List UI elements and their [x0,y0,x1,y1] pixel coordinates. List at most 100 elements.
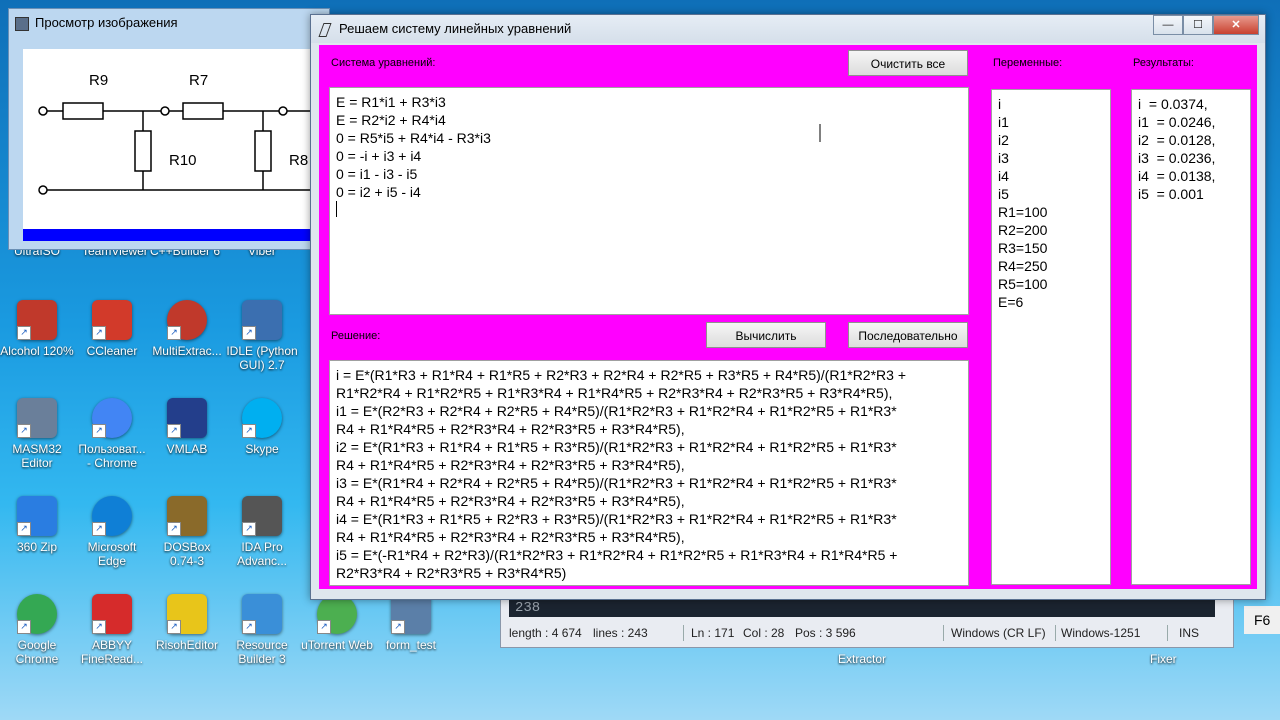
status-length: length : 4 674 [509,626,582,640]
desktop-icon-risoheditor[interactable]: ↗ RisohEditor [150,594,224,652]
variable-item: R5=100 [998,276,1048,292]
equation-line: 0 = -i + i3 + i4 [336,148,422,164]
solution-label: Решение: [331,330,381,342]
solution-line: R4 + R1*R4*R5 + R2*R3*R4 + R2*R3*R5 + R3… [336,529,685,545]
variable-item: i5 [998,186,1009,202]
solution-line: i5 = E*(-R1*R4 + R2*R3)/(R1*R2*R3 + R1*R… [336,547,898,563]
clear-all-button[interactable]: Очистить все [848,50,968,76]
solution-line: R4 + R1*R4*R5 + R2*R3*R4 + R2*R3*R5 + R3… [336,457,685,473]
f6-key-label: F6 [1244,606,1280,634]
desktop-icon-vmlab[interactable]: ↗ VMLAB [150,398,224,456]
sequential-button[interactable]: Последовательно [848,322,968,348]
desktop-icon-edge[interactable]: ↗ Microsoft Edge [75,496,149,568]
mouse-ibeam-cursor [819,124,821,142]
variable-item: i4 [998,168,1009,184]
solution-line: R2*R3*R4 + R2*R3*R5 + R3*R4*R5) [336,565,567,581]
variable-item: R2=200 [998,222,1048,238]
desktop-icon-form-test[interactable]: ↗ form_test [374,594,448,652]
editor-statusbar: length : 4 674 lines : 243 Ln : 171 Col … [501,621,1233,645]
image-viewer-window[interactable]: Просмотр изображения R9 R7 R10 R8 [8,8,330,250]
desktop-icon-abbyy[interactable]: ↗ ABBYY FineRead... [75,594,149,666]
abbyy-icon: ↗ [92,594,132,634]
variable-item: i3 [998,150,1009,166]
result-item: i3 = 0.0236, [1138,150,1216,166]
image-viewer-titlebar[interactable]: Просмотр изображения [9,9,329,37]
status-lines: lines : 243 [593,626,648,640]
form-test-icon: ↗ [391,594,431,634]
solution-textarea[interactable]: i = E*(R1*R3 + R1*R4 + R1*R5 + R2*R3 + R… [329,360,969,586]
desktop-icon-resource-builder[interactable]: ↗ Resource Builder 3 [225,594,299,666]
status-eol: Windows (CR LF) [951,626,1046,640]
equations-label: Система уравнений: [331,57,436,69]
close-button[interactable]: ✕ [1213,15,1259,35]
solution-line: R1*R2*R4 + R1*R2*R5 + R1*R3*R4 + R1*R4*R… [336,385,893,401]
results-label: Результаты: [1133,57,1194,69]
solution-line: R4 + R1*R4*R5 + R2*R3*R4 + R2*R3*R5 + R3… [336,493,685,509]
desktop-icon-idle[interactable]: ↗ IDLE (Python GUI) 2.7 [225,300,299,372]
result-item: i5 = 0.001 [1138,186,1204,202]
status-encoding: Windows-1251 [1061,626,1141,640]
equation-line: 0 = R5*i5 + R4*i4 - R3*i3 [336,130,491,146]
variable-item: R4=250 [998,258,1048,274]
status-mode: INS [1179,626,1200,640]
desktop-icon-360zip[interactable]: ↗ 360 Zip [0,496,74,554]
equation-line: 0 = i1 - i3 - i5 [336,166,418,182]
result-item: i2 = 0.0128, [1138,132,1216,148]
resource-builder-icon: ↗ [242,594,282,634]
desktop-icon-multiextractor[interactable]: ↗ MultiExtrac... [150,300,224,358]
masm32-icon: ↗ [17,398,57,438]
desktop-icon-masm32[interactable]: ↗ MASM32 Editor [0,398,74,470]
desktop-icon-utorrent[interactable]: ↗ uTorrent Web [300,594,374,652]
dosbox-icon: ↗ [167,496,207,536]
utorrent-icon: ↗ [317,594,357,634]
chrome-icon: ↗ [17,594,57,634]
equation-line: E = R2*i2 + R4*i4 [336,112,446,128]
chrome-icon: ↗ [92,398,132,438]
multiextractor-icon: ↗ [167,300,207,340]
desktop-icon-chrome-user[interactable]: ↗ Пользоват... - Chrome [75,398,149,470]
circuit-svg: R9 R7 R10 R8 [38,72,313,195]
main-titlebar[interactable]: Решаем систему линейных уравнений — ☐ ✕ [311,15,1265,43]
desktop-label-fixer: Fixer [1150,652,1177,666]
ccleaner-icon: ↗ [92,300,132,340]
desktop-icon-alcohol[interactable]: ↗ Alcohol 120% [0,300,74,358]
variable-item: E=6 [998,294,1024,310]
solution-line: i4 = E*(R1*R3 + R1*R5 + R2*R3 + R3*R5)/(… [336,511,897,527]
variable-item: i2 [998,132,1009,148]
label-r7: R7 [189,72,208,89]
main-title: Решаем систему линейных уравнений [339,21,572,36]
label-r8: R8 [289,152,308,169]
maximize-button[interactable]: ☐ [1183,15,1213,35]
desktop-icon-dosbox[interactable]: ↗ DOSBox 0.74-3 [150,496,224,568]
variable-item: i1 [998,114,1009,130]
result-item: i4 = 0.0138, [1138,168,1216,184]
text-caret [336,201,337,217]
editor-current-line[interactable]: 238 [509,599,1215,617]
desktop-icon-idapro[interactable]: ↗ IDA Pro Advanc... [225,496,299,568]
status-col: Col : 28 [743,626,785,640]
label-r10: R10 [169,152,197,169]
variables-label: Переменные: [993,57,1063,69]
variables-list[interactable]: i i1 i2 i3 i4 i5 R1=100 R2=200 R3=150 R4… [991,89,1111,585]
image-viewer-title: Просмотр изображения [35,15,178,30]
python-icon: ↗ [242,300,282,340]
solution-line: i2 = E*(R1*R3 + R1*R4 + R1*R5 + R3*R5)/(… [336,439,897,455]
window-controls: — ☐ ✕ [1153,15,1259,35]
equations-textarea[interactable]: E = R1*i1 + R3*i3 E = R2*i2 + R4*i4 0 = … [329,87,969,315]
variable-item: R3=150 [998,240,1048,256]
desktop-icon-google-chrome[interactable]: ↗ Google Chrome [0,594,74,666]
label-r9: R9 [89,72,108,89]
results-list[interactable]: i = 0.0374, i1 = 0.0246, i2 = 0.0128, i3… [1131,89,1251,585]
status-pos: Pos : 3 596 [795,626,856,640]
compute-button[interactable]: Вычислить [706,322,826,348]
result-item: i1 = 0.0246, [1138,114,1216,130]
solution-line: R4 + R1*R4*R5 + R2*R3*R4 + R2*R3*R5 + R3… [336,421,685,437]
linear-system-window[interactable]: Решаем систему линейных уравнений — ☐ ✕ … [310,14,1266,600]
circuit-diagram: R9 R7 R10 R8 [23,49,313,229]
image-viewer-icon [15,17,29,31]
status-ln: Ln : 171 [691,626,735,640]
desktop-icon-ccleaner[interactable]: ↗ CCleaner [75,300,149,358]
vmlab-icon: ↗ [167,398,207,438]
desktop-icon-skype[interactable]: ↗ Skype [225,398,299,456]
minimize-button[interactable]: — [1153,15,1183,35]
